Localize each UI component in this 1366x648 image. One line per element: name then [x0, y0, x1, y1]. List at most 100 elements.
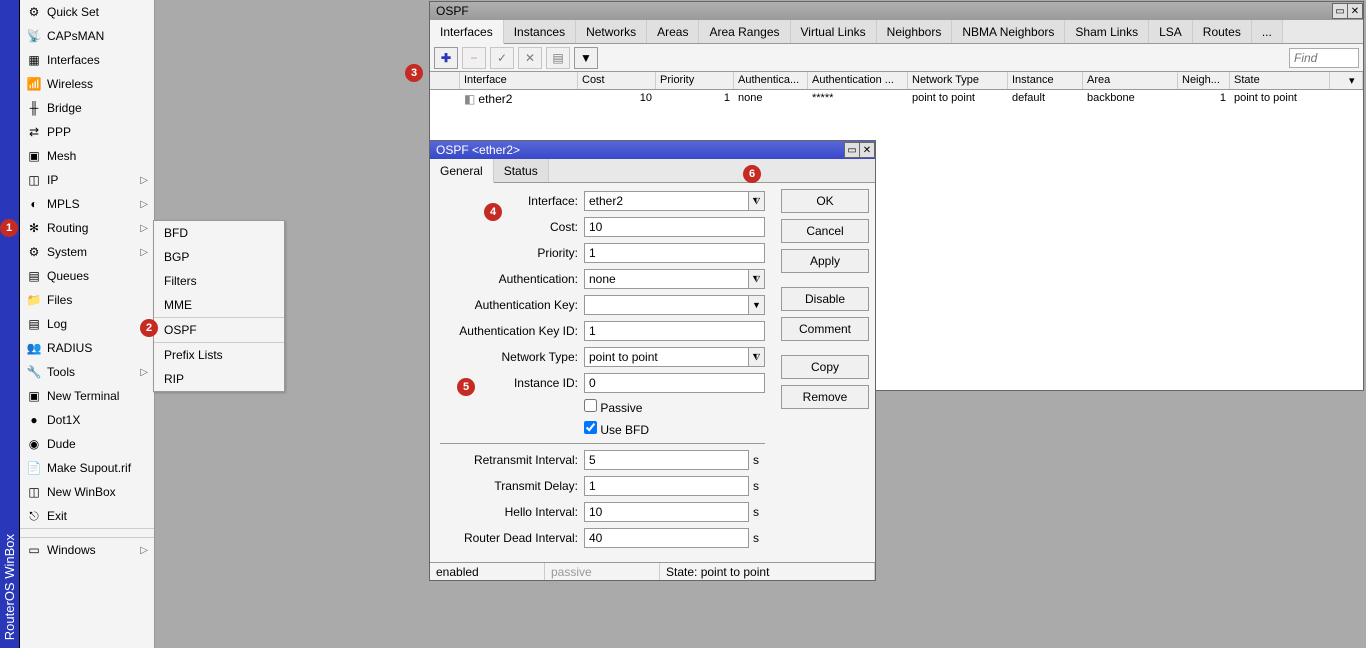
- tab-status[interactable]: Status: [494, 159, 549, 182]
- col-interface[interactable]: Interface: [460, 72, 578, 89]
- sidebar-item-new-terminal[interactable]: ▣New Terminal: [20, 384, 154, 408]
- sidebar-item-mpls[interactable]: ◐MPLS▷: [20, 192, 154, 216]
- tab-neighbors[interactable]: Neighbors: [877, 20, 953, 43]
- transdelay-field[interactable]: [584, 476, 749, 496]
- submenu-mme[interactable]: MME: [154, 293, 284, 317]
- sidebar-item-routing[interactable]: ✻Routing▷: [20, 216, 154, 240]
- col-state[interactable]: State: [1230, 72, 1330, 89]
- sidebar-item-wireless[interactable]: 📶Wireless: [20, 72, 154, 96]
- col-authentication-[interactable]: Authentication ...: [808, 72, 908, 89]
- dropdown-icon[interactable]: ⧨: [749, 269, 765, 289]
- system-icon: ⚙: [26, 244, 42, 260]
- tab-sham-links[interactable]: Sham Links: [1065, 20, 1149, 43]
- sidebar-item-bridge[interactable]: ╫Bridge: [20, 96, 154, 120]
- tab-networks[interactable]: Networks: [576, 20, 647, 43]
- instid-field[interactable]: [584, 373, 765, 393]
- interface-field[interactable]: [584, 191, 749, 211]
- col-area[interactable]: Area: [1083, 72, 1178, 89]
- sidebar-item-log[interactable]: ▤Log: [20, 312, 154, 336]
- priority-field[interactable]: [584, 243, 765, 263]
- files-icon: 📁: [26, 292, 42, 308]
- tab-lsa[interactable]: LSA: [1149, 20, 1193, 43]
- minimize-icon[interactable]: ▭: [1332, 3, 1348, 19]
- authentication-field[interactable]: [584, 269, 749, 289]
- sidebar-item-interfaces[interactable]: ▦Interfaces: [20, 48, 154, 72]
- sidebar-item-new-winbox[interactable]: ◫New WinBox: [20, 480, 154, 504]
- remove-button[interactable]: Remove: [781, 385, 869, 409]
- col-network-type[interactable]: Network Type: [908, 72, 1008, 89]
- submenu-rip[interactable]: RIP: [154, 367, 284, 391]
- sidebar-item-ppp[interactable]: ⇄PPP: [20, 120, 154, 144]
- retransmit-field[interactable]: [584, 450, 749, 470]
- add-button[interactable]: ✚: [434, 47, 458, 69]
- interface-label: Interface:: [440, 194, 584, 208]
- find-input[interactable]: [1289, 48, 1359, 68]
- column-menu-icon[interactable]: ▾: [1345, 72, 1363, 89]
- dropdown-icon[interactable]: ⧨: [749, 347, 765, 367]
- comment-button[interactable]: ▤: [546, 47, 570, 69]
- submenu-prefix-lists[interactable]: Prefix Lists: [154, 343, 284, 367]
- dropdown-icon[interactable]: ▼: [749, 295, 765, 315]
- sidebar-item-tools[interactable]: 🔧Tools▷: [20, 360, 154, 384]
- disable-button[interactable]: ✕: [518, 47, 542, 69]
- col-instance[interactable]: Instance: [1008, 72, 1083, 89]
- tab-routes[interactable]: Routes: [1193, 20, 1252, 43]
- close-icon[interactable]: ✕: [1347, 3, 1363, 19]
- col-authentica-[interactable]: Authentica...: [734, 72, 808, 89]
- sidebar-item-queues[interactable]: ▤Queues: [20, 264, 154, 288]
- submenu-bfd[interactable]: BFD: [154, 221, 284, 245]
- close-icon[interactable]: ✕: [859, 142, 875, 158]
- comment-button[interactable]: Comment: [781, 317, 869, 341]
- table-row[interactable]: ◧ ether2 10 1 none ***** point to point …: [430, 90, 1363, 108]
- tab--[interactable]: ...: [1252, 20, 1283, 43]
- dropdown-icon[interactable]: ⧨: [749, 191, 765, 211]
- tab-virtual-links[interactable]: Virtual Links: [791, 20, 877, 43]
- filter-button[interactable]: ▼: [574, 47, 598, 69]
- authkey-field[interactable]: [584, 295, 749, 315]
- tab-instances[interactable]: Instances: [504, 20, 576, 43]
- col-icon[interactable]: [430, 72, 460, 89]
- tab-nbma-neighbors[interactable]: NBMA Neighbors: [952, 20, 1065, 43]
- tab-general[interactable]: General: [430, 159, 494, 183]
- apply-button[interactable]: Apply: [781, 249, 869, 273]
- cost-field[interactable]: [584, 217, 765, 237]
- cancel-button[interactable]: Cancel: [781, 219, 869, 243]
- sidebar-item-files[interactable]: 📁Files: [20, 288, 154, 312]
- sidebar-item-capsman[interactable]: 📡CAPsMAN: [20, 24, 154, 48]
- hello-field[interactable]: [584, 502, 749, 522]
- minimize-icon[interactable]: ▭: [844, 142, 860, 158]
- submenu-ospf[interactable]: OSPF: [154, 318, 284, 342]
- sidebar-item-ip[interactable]: ◫IP▷: [20, 168, 154, 192]
- sidebar-item-system[interactable]: ⚙System▷: [20, 240, 154, 264]
- new terminal-icon: ▣: [26, 388, 42, 404]
- authkeyid-field[interactable]: [584, 321, 765, 341]
- col-priority[interactable]: Priority: [656, 72, 734, 89]
- exit-icon: ⎋: [26, 508, 42, 524]
- submenu-bgp[interactable]: BGP: [154, 245, 284, 269]
- sidebar-item-windows[interactable]: ▭ Windows ▷: [20, 538, 154, 562]
- tab-interfaces[interactable]: Interfaces: [430, 20, 504, 44]
- passive-checkbox[interactable]: Passive: [584, 399, 642, 415]
- sidebar-item-make-supout-rif[interactable]: 📄Make Supout.rif: [20, 456, 154, 480]
- sidebar-item-mesh[interactable]: ▣Mesh: [20, 144, 154, 168]
- submenu-filters[interactable]: Filters: [154, 269, 284, 293]
- enable-button[interactable]: ✓: [490, 47, 514, 69]
- tab-area-ranges[interactable]: Area Ranges: [699, 20, 790, 43]
- ospf-titlebar[interactable]: OSPF ▭ ✕: [430, 2, 1363, 20]
- col-cost[interactable]: Cost: [578, 72, 656, 89]
- tab-areas[interactable]: Areas: [647, 20, 699, 43]
- col-neigh-[interactable]: Neigh...: [1178, 72, 1230, 89]
- nettype-field[interactable]: [584, 347, 749, 367]
- sidebar-item-radius[interactable]: 👥RADIUS: [20, 336, 154, 360]
- sidebar-item-quick-set[interactable]: ⚙Quick Set: [20, 0, 154, 24]
- dialog-titlebar[interactable]: OSPF <ether2> ▭ ✕: [430, 141, 875, 159]
- copy-button[interactable]: Copy: [781, 355, 869, 379]
- disable-button[interactable]: Disable: [781, 287, 869, 311]
- sidebar-item-exit[interactable]: ⎋Exit: [20, 504, 154, 528]
- usebfd-checkbox[interactable]: Use BFD: [584, 421, 649, 437]
- sidebar-item-dude[interactable]: ◉Dude: [20, 432, 154, 456]
- sidebar-item-dot1x[interactable]: ●Dot1X: [20, 408, 154, 432]
- dead-field[interactable]: [584, 528, 749, 548]
- remove-button[interactable]: −: [462, 47, 486, 69]
- ok-button[interactable]: OK: [781, 189, 869, 213]
